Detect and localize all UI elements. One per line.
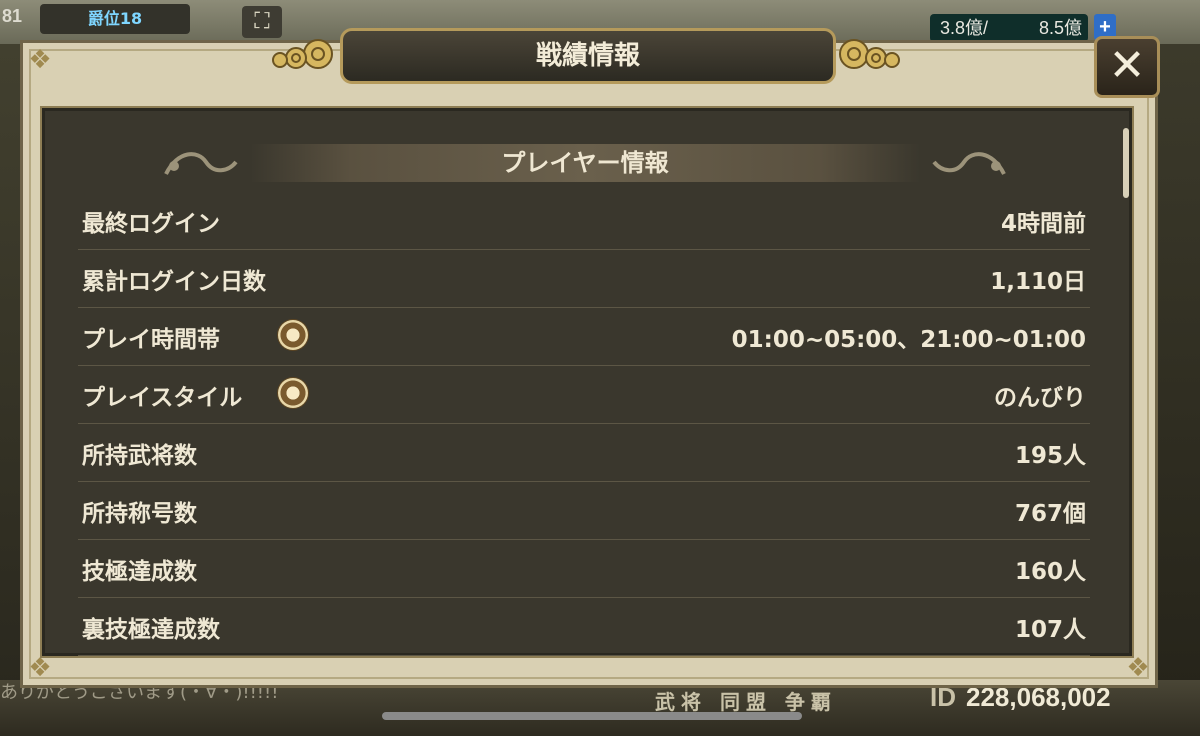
row-label: 累計ログイン日数	[82, 269, 266, 295]
info-row-titles-owned: 所持称号数 767個	[78, 482, 1090, 540]
info-row-hidden-skill-mastery: 裏技極達成数 107人	[78, 598, 1090, 656]
info-row-last-login: 最終ログイン 4時間前	[78, 192, 1090, 250]
row-value: 1,110日	[990, 269, 1086, 295]
corner-ornament-icon: ❖	[28, 653, 52, 683]
bottom-tabs[interactable]: 武将 同盟 争覇	[655, 686, 837, 715]
row-value: 01:00~05:00、21:00~01:00	[731, 327, 1086, 353]
cloud-ornament-icon	[272, 39, 333, 69]
corner-ornament-icon: ❖	[28, 45, 52, 75]
row-value: 767個	[1014, 501, 1086, 527]
section-header: プレイヤー情報	[160, 140, 1010, 186]
row-value: 107人	[1014, 617, 1086, 643]
info-row-play-style: プレイスタイル のんびり	[78, 366, 1090, 424]
gear-icon[interactable]	[278, 378, 308, 408]
info-row-total-login-days: 累計ログイン日数 1,110日	[78, 250, 1090, 308]
home-indicator[interactable]	[382, 712, 802, 720]
close-icon: ✕	[1108, 40, 1146, 91]
info-row-skill-mastery: 技極達成数 160人	[78, 540, 1090, 598]
row-value: 160人	[1014, 559, 1086, 585]
info-row-play-time: プレイ時間帯 01:00~05:00、21:00~01:00	[78, 308, 1090, 366]
resource-max: 8.5億	[1038, 18, 1082, 38]
row-label: 最終ログイン	[82, 211, 220, 237]
row-label: プレイ時間帯	[82, 327, 220, 353]
info-row-generals-owned: 所持武将数 195人	[78, 424, 1090, 482]
resource-bar: 3.8億/ 8.5億	[930, 14, 1088, 42]
section-title: プレイヤー情報	[501, 149, 669, 177]
row-label: プレイスタイル	[82, 385, 243, 411]
row-label: 所持武将数	[82, 443, 197, 469]
row-label: 所持称号数	[82, 501, 197, 527]
player-level: 81	[2, 6, 23, 26]
rank-badge[interactable]: 爵位18	[40, 4, 190, 34]
dialog-title: 戦績情報	[340, 28, 836, 84]
resource-current: 3.8億/	[940, 18, 989, 38]
scrollbar[interactable]	[1123, 128, 1129, 198]
gear-icon[interactable]	[278, 320, 308, 350]
row-label: 裏技極達成数	[82, 617, 220, 643]
row-label: 技極達成数	[82, 559, 197, 585]
row-value: 4時間前	[1000, 211, 1086, 237]
close-button[interactable]: ✕	[1094, 36, 1160, 98]
row-value: のんびり	[994, 385, 1086, 411]
player-info-list: 最終ログイン 4時間前 累計ログイン日数 1,110日 プレイ時間帯 01:00…	[78, 192, 1090, 656]
cloud-ornament-icon	[839, 39, 900, 69]
corner-ornament-icon: ❖	[1126, 653, 1150, 683]
row-value: 195人	[1014, 443, 1086, 469]
